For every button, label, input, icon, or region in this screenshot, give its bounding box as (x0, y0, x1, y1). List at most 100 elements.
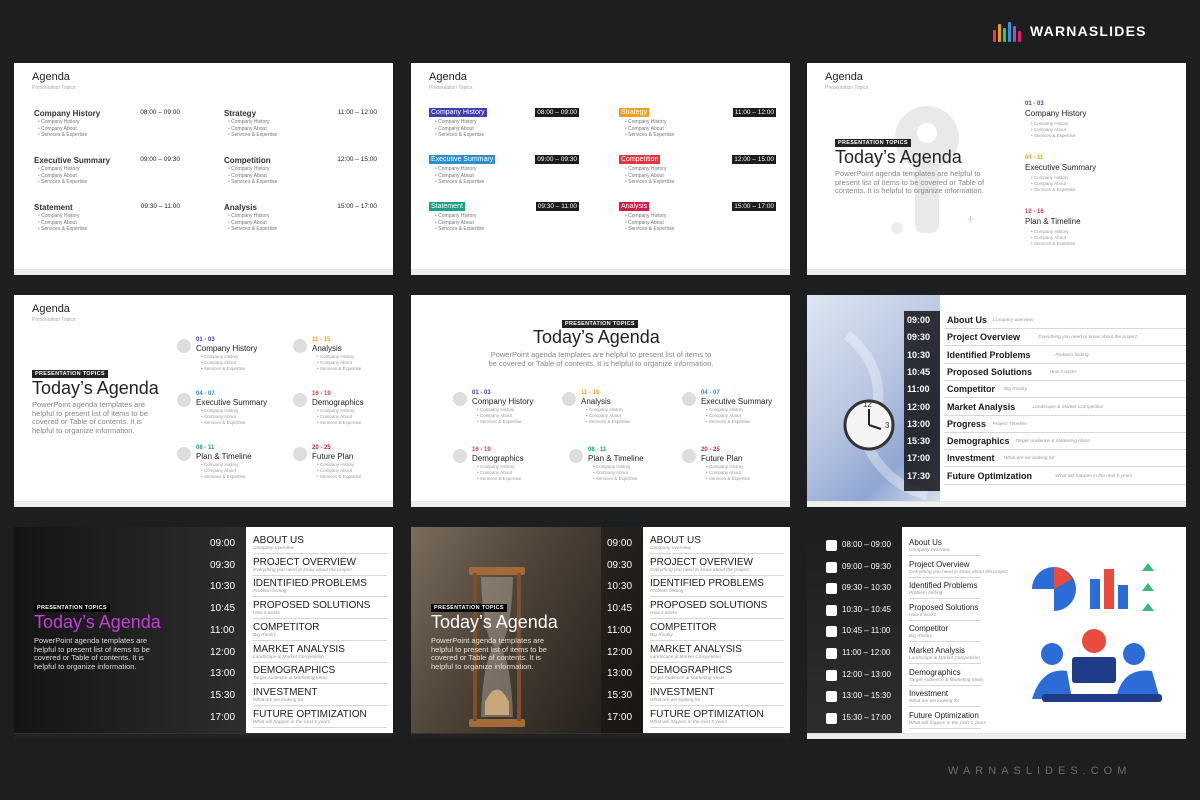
row-divider (253, 704, 387, 706)
hero-label: PRESENTATION TOPICS (835, 139, 911, 147)
agenda-topic-description: Company overview (909, 548, 950, 553)
slide-thumbnail-8[interactable]: PRESENTATION TOPICS Today’s Agenda Power… (411, 527, 790, 739)
section-name: Company History (1025, 109, 1087, 118)
agenda-topic-description: Everything you need to know about the pr… (909, 569, 1008, 575)
row-divider (909, 598, 981, 600)
bullet-item: Company History (625, 119, 674, 126)
footer-brand: WARNASLIDES.COM (948, 765, 1132, 777)
agenda-time: 12:00 (210, 646, 236, 658)
agenda-topic: Market Analysis (947, 401, 1016, 412)
agenda-group: Statement 09:30 – 11:00 Company HistoryCom… (429, 202, 579, 242)
bullet-item: Services & Expertise (706, 476, 751, 482)
team-meeting-illustration-icon (1032, 563, 1162, 702)
section-name: Plan & Timeline (1025, 217, 1081, 226)
agenda-topic-description: How it works (650, 611, 678, 617)
row-divider (650, 618, 784, 620)
agenda-topic: IDENTIFIED PROBLEMS (650, 578, 764, 590)
bullet-item: Company About (625, 126, 674, 133)
row-divider (253, 618, 387, 620)
bullet-item: Company History (228, 166, 277, 173)
row-divider (253, 661, 387, 663)
bullet-list: Company HistoryCompany AboutServices & E… (625, 119, 674, 139)
slide-thumbnail-5[interactable]: PRESENTATION TOPICS Today’s Agenda Power… (411, 295, 790, 507)
agenda-time: 15:30 (907, 436, 931, 447)
agenda-time: 11:00 – 12:00 (842, 648, 891, 657)
bullet-item: Services & Expertise (586, 419, 631, 425)
agenda-topic-description: Everything you need to know about the pr… (650, 567, 749, 573)
bullet-list: Company HistoryCompany AboutServices & E… (435, 166, 484, 186)
bullet-list: Company HistoryCompany AboutServices & E… (593, 464, 638, 481)
bullet-item: Services & Expertise (38, 179, 87, 186)
bullet-item: Services & Expertise (1031, 187, 1076, 193)
agenda-topic: PROJECT OVERVIEW (650, 556, 753, 568)
agenda-group: Strategy 11:00 – 12:00 Company HistoryComp… (619, 108, 776, 148)
bullet-item: Company About (435, 220, 484, 227)
bullet-item: Company About (228, 220, 277, 227)
agenda-topic: DEMOGRAPHICS (650, 665, 733, 677)
bullet-item: Company About (228, 126, 277, 133)
bullet-list: Company HistoryCompany AboutServices & E… (201, 354, 246, 371)
agenda-time: 12:00 – 15:00 (732, 155, 776, 164)
agenda-time: 09:30 – 11:00 (535, 202, 579, 211)
bullet-item: Company History (38, 166, 87, 173)
slide-subtitle: Presentation Topics (32, 85, 76, 91)
agenda-time: 10:30 – 10:45 (842, 604, 891, 614)
section-name: Executive Summary (196, 398, 268, 407)
agenda-group: Strategy 11:00 – 12:00 Company HistoryComp… (222, 108, 379, 148)
slide-thumbnail-2[interactable]: Agenda Presentation Topics Company Histo… (411, 63, 790, 275)
agenda-topic-description: Big Rivalry (909, 634, 932, 640)
agenda-topic: Demographics (947, 436, 1010, 447)
section-number: 01 - 03 (196, 337, 215, 343)
row-divider (909, 641, 981, 643)
agenda-topic-description: Target Audience & Marketing Ideas (1015, 439, 1090, 445)
slide-thumbnail-3[interactable]: Agenda Presentation Topics + PRESENTATIO… (807, 63, 1186, 275)
agenda-topic-description: Big Rivalry (650, 632, 673, 638)
agenda-time: 10:45 (607, 603, 633, 615)
section-number: 20 - 25 (312, 445, 331, 451)
section-number: 08 - 11 (196, 445, 215, 451)
agenda-time: 17:00 (607, 711, 633, 723)
agenda-group: Analysis 15:00 – 17:00 Company HistoryComp… (619, 202, 776, 242)
agenda-topic: FUTURE OPTIMIZATION (253, 708, 367, 720)
section-number: 01 - 03 (1025, 101, 1044, 107)
slide-thumbnail-9[interactable]: 08:00 – 09:00 About Us Company overview 09:… (807, 527, 1186, 739)
slide-thumbnail-4[interactable]: Agenda Presentation Topics PRESENTATION … (14, 295, 393, 507)
svg-text:12: 12 (863, 400, 872, 409)
agenda-time: 13:00 (210, 668, 236, 680)
bullet-list: Company HistoryCompany AboutServices & E… (317, 354, 362, 371)
row-divider (944, 466, 1186, 468)
agenda-group: Statement 09:30 – 11:00 Company HistoryCom… (32, 202, 182, 242)
slide-subtitle: Presentation Topics (32, 317, 76, 323)
agenda-topic-description: What are we looking for (909, 699, 960, 705)
agenda-time: 11:00 (907, 384, 930, 395)
bullet-list: Company HistoryCompany AboutServices & E… (228, 213, 277, 233)
agenda-topic: Competition (224, 156, 271, 165)
bullet-list: Company HistoryCompany AboutServices & E… (1031, 121, 1076, 138)
row-divider (909, 706, 981, 708)
section-icon (293, 447, 307, 461)
slide-thumbnail-7[interactable]: PRESENTATION TOPICS Today’s Agenda Power… (14, 527, 393, 739)
bullet-list: Company HistoryCompany AboutServices & E… (317, 462, 362, 479)
row-divider (650, 661, 784, 663)
agenda-time: 10:45 (907, 366, 931, 377)
agenda-topic: Executive Summary (429, 155, 496, 164)
agenda-topic: FUTURE OPTIMIZATION (650, 708, 764, 720)
agenda-topic: Investment (909, 689, 949, 699)
row-divider (944, 379, 1186, 381)
agenda-time: 15:00 – 17:00 (732, 202, 776, 211)
slide-thumbnail-6[interactable]: 12 3 09:00 About Us Company overview 09:30 P… (807, 295, 1186, 507)
section-number: 04 - 11 (1025, 155, 1044, 161)
section-number: 08 - 11 (588, 447, 607, 453)
bullet-list: Company HistoryCompany AboutServices & E… (706, 407, 751, 424)
section-number: 16 - 19 (472, 447, 491, 453)
bullet-item: Services & Expertise (435, 132, 484, 139)
agenda-topic-description: Landscape & Market Competition (909, 656, 980, 661)
slide-thumbnail-1[interactable]: Agenda Presentation Topics Company Histo… (14, 63, 393, 275)
agenda-topic: DEMOGRAPHICS (253, 665, 336, 677)
hero-title: Today’s Agenda (32, 378, 159, 398)
section-icon (562, 392, 576, 406)
slide-footer (14, 501, 393, 507)
agenda-time: 09:00 – 09:30 (535, 155, 579, 164)
agenda-topic-description: Company overview (992, 318, 1034, 323)
agenda-topic-description: Company overview (253, 546, 294, 551)
